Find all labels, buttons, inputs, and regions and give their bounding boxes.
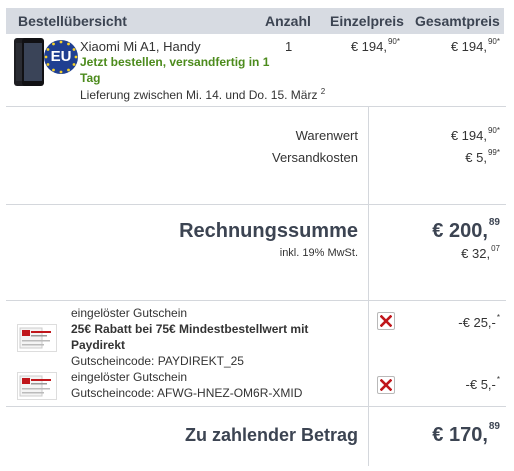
voucher-title: eingelöster Gutschein (71, 370, 188, 384)
vat-amount: € 32,07 (461, 244, 500, 261)
product-name-link[interactable]: Xiaomi Mi A1, Handy (80, 39, 201, 54)
divider (368, 106, 369, 204)
header-quantity: Anzahl (265, 13, 311, 29)
product-unit-price: € 194,90* (350, 37, 400, 54)
payable-amount: € 170,89 (432, 421, 500, 446)
voucher-amount: -€ 5,-* (465, 375, 500, 392)
header-total-price: Gesamtpreis (415, 13, 500, 29)
availability-text: Jetzt bestellen, versandfertig in 1 (80, 55, 270, 69)
vat-label: inkl. 19% MwSt. (279, 247, 358, 259)
invoice-total-label: Rechnungssumme (179, 220, 358, 242)
product-total-price: € 194,90* (450, 37, 500, 54)
remove-x-icon (380, 379, 392, 391)
remove-voucher-button[interactable] (377, 376, 395, 394)
remove-voucher-button[interactable] (377, 312, 395, 330)
voucher-card-icon (17, 372, 57, 400)
divider (368, 204, 369, 300)
divider (6, 106, 506, 107)
invoice-total-amount: € 200,89 (432, 217, 500, 242)
delivery-text: Lieferung zwischen Mi. 14. und Do. 15. M… (80, 87, 326, 102)
voucher-amount: -€ 25,-* (458, 313, 500, 330)
header-unit-price: Einzelpreis (330, 13, 404, 29)
voucher-description-cont: Paydirekt (71, 338, 126, 352)
voucher-code: Gutscheincode: PAYDIREKT_25 (71, 354, 244, 368)
divider (6, 300, 506, 301)
product-quantity: 1 (285, 39, 293, 54)
voucher-card-icon (17, 324, 57, 352)
payable-label: Zu zahlender Betrag (184, 425, 358, 445)
voucher-code: Gutscheincode: AFWG-HNEZ-OM6R-XMID (71, 386, 303, 400)
shipping-label: Versandkosten (271, 150, 358, 165)
product-image[interactable]: EU (12, 36, 78, 92)
header-overview: Bestellübersicht (18, 13, 127, 29)
goods-value-label: Warenwert (295, 128, 358, 143)
divider (368, 406, 369, 466)
voucher-title: eingelöster Gutschein (71, 306, 188, 320)
divider (368, 300, 369, 406)
divider (6, 204, 506, 205)
eu-stars-icon (44, 40, 78, 74)
order-overview-header: Bestellübersicht Anzahl Einzelpreis Gesa… (6, 8, 504, 34)
remove-x-icon (380, 315, 392, 327)
goods-value-amount: € 194,90* (450, 126, 500, 143)
shipping-amount: € 5,99* (465, 148, 500, 165)
availability-text-cont: Tag (80, 71, 101, 85)
voucher-description: 25€ Rabatt bei 75€ Mindestbestellwert mi… (71, 322, 309, 336)
divider (6, 406, 506, 407)
